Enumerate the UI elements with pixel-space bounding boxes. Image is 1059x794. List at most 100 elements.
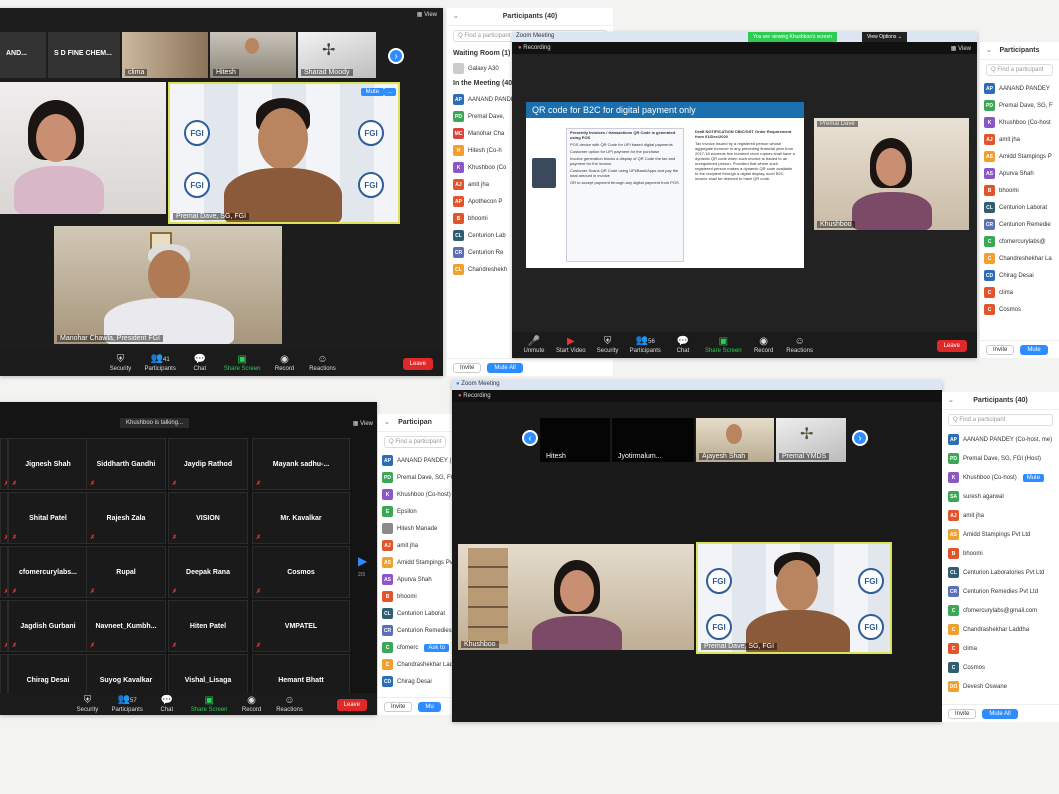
participant-row[interactable]: PD Premal Dave, SG, F xyxy=(980,97,1059,114)
participants-button[interactable]: 👥56 Participants xyxy=(630,336,661,355)
video-tile[interactable]: ✗ xyxy=(0,546,8,598)
leave-button[interactable]: Leave xyxy=(402,358,433,370)
next-page-button[interactable]: › xyxy=(388,48,404,64)
video-tile[interactable]: VMPATEL ✗ xyxy=(252,600,350,652)
chevron-down-icon[interactable]: ⌄ xyxy=(948,396,954,404)
participant-row[interactable]: CR Centurion Remedies xyxy=(378,622,452,639)
participants-button[interactable]: 👥41 Participants xyxy=(144,354,175,373)
leave-button[interactable]: Leave xyxy=(336,699,367,711)
participant-row[interactable]: C Cosmos xyxy=(980,301,1059,318)
active-speaker-tile[interactable]: FGI FGI FGI FGI Mute … Premal Dave, SG, … xyxy=(168,82,400,224)
video-tile[interactable]: cfomercurylabs... ✗ xyxy=(8,546,88,598)
participant-row[interactable]: Ccfomercurylabs@ xyxy=(980,233,1059,250)
video-tile[interactable]: Navneet_Kumbh... ✗ xyxy=(86,600,166,652)
participant-row[interactable]: CD Chirag Desai xyxy=(980,267,1059,284)
view-button[interactable]: ▦ View xyxy=(417,11,437,18)
unmute-button[interactable]: 🎤 Unmute xyxy=(520,336,548,354)
video-tile[interactable]: Shital Patel ✗ xyxy=(8,492,88,544)
video-tile[interactable]: clima xyxy=(122,32,208,78)
video-tile[interactable]: Hitesh xyxy=(210,32,296,78)
mute-all-button[interactable]: Mute All xyxy=(982,708,1018,719)
previous-page-button[interactable]: ‹ xyxy=(522,430,538,446)
ask-to-unmute-button[interactable]: Ask to xyxy=(424,643,450,652)
participant-row[interactable]: Hitesh Manade xyxy=(378,520,452,537)
video-tile[interactable]: Jyotirmalum... xyxy=(612,418,694,462)
next-page-button[interactable]: ▶ xyxy=(358,554,367,568)
video-tile[interactable]: S D FINE CHEM... xyxy=(48,32,120,78)
participant-row[interactable]: CD Chirag Desai xyxy=(378,673,452,690)
participant-row[interactable]: AS Amidd Stampings Pvt Ltd xyxy=(942,525,1059,544)
video-tile[interactable]: Jaydip Rathod ✗ xyxy=(168,438,248,490)
participant-row[interactable]: DO Devesh Oswane xyxy=(942,677,1059,696)
security-button[interactable]: ⛨ Security xyxy=(106,354,134,372)
mute-button[interactable]: Mute xyxy=(1022,473,1045,482)
active-speaker-tile[interactable]: Premal Dave Khushboo xyxy=(814,118,969,230)
invite-button[interactable]: Invite xyxy=(948,708,977,719)
chevron-down-icon[interactable]: ⌄ xyxy=(986,46,992,54)
participant-row[interactable]: Ccfomercurylabs@gmail.com xyxy=(942,601,1059,620)
reactions-button[interactable]: ☺ Reactions xyxy=(309,354,337,372)
participant-row[interactable]: K Khushboo (Co-host) Mute xyxy=(942,468,1059,487)
video-tile[interactable]: Rajesh Zala ✗ xyxy=(86,492,166,544)
invite-button[interactable]: Invite xyxy=(453,362,482,373)
video-tile[interactable]: Hitesh xyxy=(540,418,610,462)
participant-row[interactable]: AS Amidd Stampings P xyxy=(980,148,1059,165)
start-video-button[interactable]: ▶ Start Video xyxy=(556,336,586,354)
record-button[interactable]: ◉ Record xyxy=(238,695,266,713)
security-button[interactable]: ⛨ Security xyxy=(73,695,101,713)
video-tile[interactable]: ✢ Sharad Moody xyxy=(298,32,376,78)
video-tile[interactable]: ✗ xyxy=(0,600,8,652)
video-tile[interactable] xyxy=(0,82,166,214)
next-page-button[interactable]: › xyxy=(852,430,868,446)
leave-button[interactable]: Leave xyxy=(936,340,967,352)
reactions-button[interactable]: ☺ Reactions xyxy=(276,695,304,713)
participant-row[interactable]: AJ amit jha xyxy=(378,537,452,554)
chevron-down-icon[interactable]: ⌄ xyxy=(453,12,459,20)
participant-row[interactable]: C Chandreshekhar La xyxy=(980,250,1059,267)
video-tile[interactable]: Hiten Patel ✗ xyxy=(168,600,248,652)
view-button[interactable]: ▦ View xyxy=(951,45,971,52)
video-tile[interactable]: Rupal ✗ xyxy=(86,546,166,598)
chat-button[interactable]: 💬 Chat xyxy=(669,336,697,354)
search-input[interactable]: Q Find a participant xyxy=(948,414,1053,426)
participant-row[interactable]: AS Apurva Shah xyxy=(378,571,452,588)
mute-all-button[interactable]: Mute All xyxy=(487,362,523,373)
participant-row[interactable]: Bbhoomi xyxy=(980,182,1059,199)
participant-row[interactable]: PD Premal Dave, SG, FGI (Host) xyxy=(942,449,1059,468)
video-tile[interactable]: Jignesh Shah ✗ xyxy=(8,438,88,490)
participant-row[interactable]: CR Centurion Remedies Pvt Ltd xyxy=(942,582,1059,601)
video-tile[interactable]: Jagdish Gurbani ✗ xyxy=(8,600,88,652)
participant-row[interactable]: Bbhoomi xyxy=(942,544,1059,563)
video-tile[interactable]: VISION ✗ xyxy=(168,492,248,544)
view-options-button[interactable]: View Options ⌄ xyxy=(862,32,907,42)
participant-row[interactable]: K Khushboo (Co-host) xyxy=(378,486,452,503)
view-button[interactable]: ▦ View xyxy=(353,420,373,427)
video-tile[interactable]: Ajayesh Shah xyxy=(696,418,774,462)
participant-row[interactable]: C Cosmos xyxy=(942,658,1059,677)
active-speaker-tile[interactable]: FGI FGI FGI FGI Premal Dave, SG, FGI xyxy=(696,542,892,654)
video-tile[interactable]: ✗ xyxy=(0,438,8,490)
participant-row[interactable]: Ccfomerc Ask to xyxy=(378,639,452,656)
mute-all-button[interactable]: Mu xyxy=(418,701,441,712)
participant-row[interactable]: CR Centurion Remedie xyxy=(980,216,1059,233)
video-tile[interactable]: Mr. Kavalkar ✗ xyxy=(252,492,350,544)
participant-row[interactable]: C Chandrashekhar Lad xyxy=(378,656,452,673)
video-tile[interactable]: ✢ Premal YMDS xyxy=(776,418,846,462)
video-tile[interactable]: Mayank sadhu-... ✗ xyxy=(252,438,350,490)
participant-row[interactable]: Bbhoomi xyxy=(378,588,452,605)
more-button[interactable]: … xyxy=(384,88,396,96)
participants-button[interactable]: 👥57 Participants xyxy=(111,695,142,714)
participant-row[interactable]: AP AANAND PANDEY (Co-host, me) xyxy=(942,430,1059,449)
search-input[interactable]: Q Find a participant xyxy=(986,64,1053,76)
mute-button[interactable]: Mute xyxy=(360,88,384,96)
participant-row[interactable]: CL Centurion Laboratories Pvt Ltd xyxy=(942,563,1059,582)
participant-row[interactable]: AP AANAND PANDEY (H xyxy=(378,452,452,469)
video-tile[interactable]: Deepak Rana ✗ xyxy=(168,546,248,598)
chat-button[interactable]: 💬 Chat xyxy=(153,695,181,713)
participant-row[interactable]: AJ amit jha xyxy=(980,131,1059,148)
participant-row[interactable]: C Chandrashekhar Laddha xyxy=(942,620,1059,639)
invite-button[interactable]: Invite xyxy=(986,344,1015,355)
share-screen-button[interactable]: ▣ Share Screen xyxy=(705,336,742,354)
invite-button[interactable]: Invite xyxy=(384,701,413,712)
participant-row[interactable]: CL Centurion Laborat xyxy=(378,605,452,622)
